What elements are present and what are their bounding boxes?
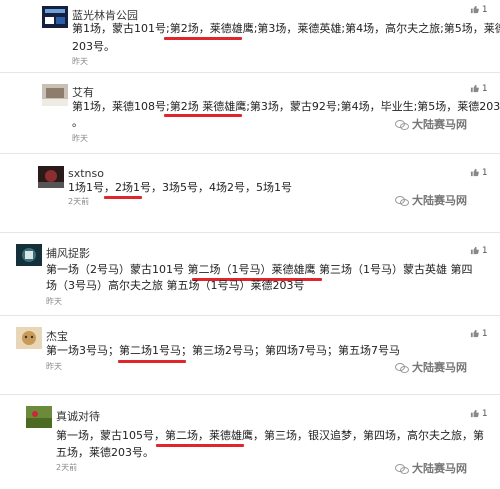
highlight-underline [164, 37, 242, 40]
avatar[interactable] [42, 84, 68, 106]
highlight-underline [118, 360, 186, 363]
avatar-image-icon [16, 244, 42, 266]
avatar-image-icon [26, 406, 52, 428]
thumb-up-icon [470, 168, 479, 177]
comment-card: sxtnso 1 1场1号，2场1号，3场5号，4场2号，5场1号 2天前 大陆… [0, 160, 500, 228]
comment-card: 真诚对待 1 第一场，蒙古105号，第二场，莱德雄鹰，第三场，银汉追梦，第四场，… [0, 400, 500, 489]
thumb-up-icon [470, 409, 479, 418]
comment-card: 捕风捉影 1 第一场（2号马）蒙古101号 第二场（1号马）莱德雄鹰 第三场（1… [0, 238, 500, 310]
comment-divider [0, 394, 500, 395]
avatar[interactable] [16, 244, 42, 266]
avatar[interactable] [38, 166, 64, 188]
comment-username[interactable]: 捕风捉影 [46, 245, 90, 261]
thumb-up-icon [470, 84, 479, 93]
comment-time: 2天前 [56, 463, 78, 472]
avatar-image-icon [42, 6, 68, 28]
watermark: 大陆赛马网 [395, 460, 467, 476]
highlight-underline [164, 114, 242, 117]
thumb-up-icon [470, 5, 479, 14]
avatar-image-icon [16, 327, 42, 349]
comment-time: 昨天 [72, 134, 88, 143]
like-button[interactable]: 1 [470, 168, 488, 178]
like-count: 1 [481, 409, 488, 419]
like-count: 1 [481, 168, 488, 178]
watermark: 大陆赛马网 [395, 359, 467, 375]
comment-text-line: 。 [72, 116, 83, 129]
comment-divider [0, 72, 500, 73]
avatar[interactable] [42, 6, 68, 28]
comment-divider [0, 232, 500, 233]
comment-text-line: 五场，莱德203号。 [56, 446, 154, 459]
comment-text-line: 第1场，蒙古101号;第2场，莱德雄鹰;第3场，莱德英雄;第4场，高尔夫之旅;第… [72, 22, 500, 35]
like-button[interactable]: 1 [470, 5, 488, 15]
like-count: 1 [481, 84, 488, 94]
comment-divider [0, 315, 500, 316]
wechat-icon [395, 196, 409, 206]
comment-time: 昨天 [46, 297, 62, 306]
like-button[interactable]: 1 [470, 409, 488, 419]
comment-text-line: 第1场，莱德108号;第2场 莱德雄鹰;第3场，蒙古92号;第4场，毕业生;第5… [72, 100, 500, 113]
like-button[interactable]: 1 [470, 329, 488, 339]
comment-card: 蓝光林肯公园 1 第1场，蒙古101号;第2场，莱德雄鹰;第3场，莱德英雄;第4… [0, 0, 500, 66]
like-button[interactable]: 1 [470, 84, 488, 94]
avatar-image-icon [42, 84, 68, 106]
like-button[interactable]: 1 [470, 246, 488, 256]
highlight-underline [156, 444, 244, 447]
comment-card: 艾有 1 第1场，莱德108号;第2场 莱德雄鹰;第3场，蒙古92号;第4场，毕… [0, 78, 500, 148]
comment-text-line: 场（3号马）高尔夫之旅 第五场（1号马）莱德203号 [46, 279, 305, 292]
thumb-up-icon [470, 246, 479, 255]
comment-divider [0, 153, 500, 154]
thumb-up-icon [470, 329, 479, 338]
comment-card: 杰宝 1 第一场3号马；第二场1号马；第三场2号马；第四场7号马；第五场7号马 … [0, 321, 500, 389]
comment-text-line: 203号。 [72, 40, 115, 53]
comment-username[interactable]: 真诚对待 [56, 408, 100, 424]
avatar-image-icon [38, 166, 64, 188]
like-count: 1 [481, 246, 488, 256]
watermark: 大陆赛马网 [395, 116, 467, 132]
avatar[interactable] [26, 406, 52, 428]
watermark: 大陆赛马网 [395, 192, 467, 208]
highlight-underline [104, 196, 142, 199]
wechat-icon [395, 363, 409, 373]
like-count: 1 [481, 329, 488, 339]
like-count: 1 [481, 5, 488, 15]
comment-time: 昨天 [72, 57, 88, 66]
wechat-icon [395, 464, 409, 474]
wechat-icon [395, 120, 409, 130]
avatar[interactable] [16, 327, 42, 349]
comment-time: 2天前 [68, 197, 90, 206]
comment-time: 昨天 [46, 362, 62, 371]
comment-text-line: 1场1号，2场1号，3场5号，4场2号，5场1号 [68, 181, 292, 194]
comment-text-line: 第一场3号马；第二场1号马；第三场2号马；第四场7号马；第五场7号马 [46, 344, 400, 357]
